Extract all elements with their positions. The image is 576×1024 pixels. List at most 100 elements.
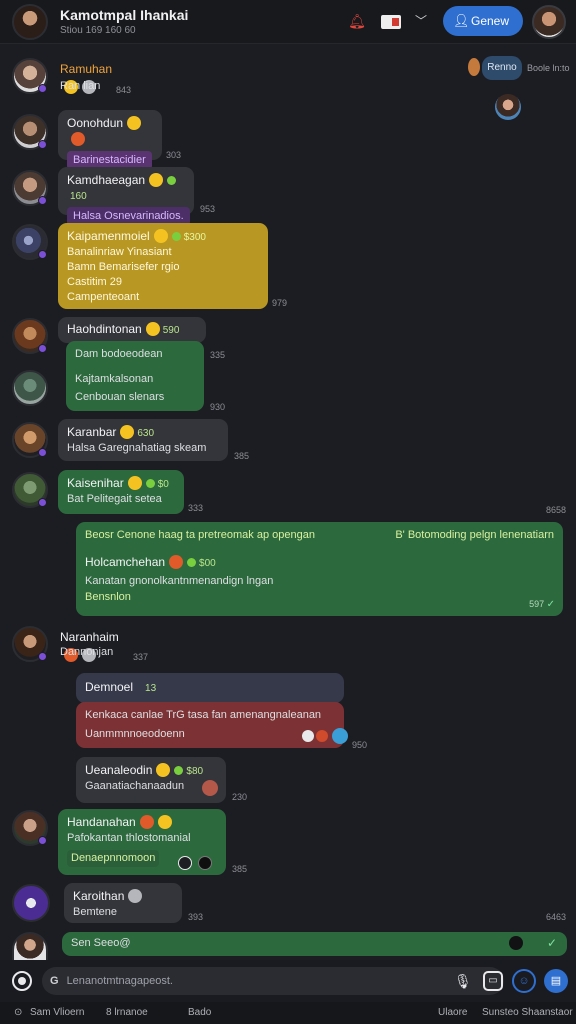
reaction-icon[interactable]: [302, 730, 314, 742]
message-line: Castitim 29: [67, 276, 123, 288]
message-tag: $00: [199, 558, 216, 569]
reaction-icon[interactable]: [178, 856, 192, 870]
read-check-icon: ✓: [546, 599, 555, 610]
sender-name: Kaipamenmoiel: [67, 229, 150, 243]
sender-name: Ueanaleodin: [85, 763, 153, 777]
message-bubble[interactable]: Sen Seeo@ ✓: [62, 932, 567, 956]
sender-name: Karoithan: [73, 889, 125, 903]
emoji-picker-icon[interactable]: ☺: [512, 969, 536, 993]
avatar[interactable]: [12, 884, 50, 922]
send-icon[interactable]: ▤: [544, 969, 568, 993]
attachment-icon[interactable]: ▭: [483, 971, 503, 991]
primary-action-label: Genew: [471, 14, 510, 28]
reaction-icon[interactable]: [202, 780, 218, 796]
reaction-icon[interactable]: [71, 132, 85, 146]
sender-name: Ramuhan: [60, 62, 113, 76]
message-bubble[interactable]: Dam bodoeodean Kajtamkalsonan Cenbouan s…: [66, 341, 204, 411]
message-text: Sen Seeo@: [71, 937, 131, 949]
message-text: Kanatan gnonolkantnmenandign lngan: [85, 575, 274, 587]
message-tag: 590: [162, 325, 180, 336]
message-bubble[interactable]: Kenkaca canlae TrG tasa fan amenangnalea…: [76, 702, 344, 748]
message-bubble[interactable]: Beosr Cenone haag ta pretreomak ap openg…: [76, 522, 563, 616]
online-dot: [174, 766, 184, 775]
read-receipt-avatar: [495, 94, 521, 120]
avatar[interactable]: [12, 224, 48, 260]
avatar[interactable]: [12, 422, 48, 458]
message-tag: $300: [183, 232, 206, 243]
message-input[interactable]: G Lenanotmtnagapeost.: [42, 967, 504, 995]
message-text: Bat Pelitegait setea: [67, 493, 162, 505]
message-bubble[interactable]: Kaipamenmoiel $300 Banalinriaw Yinasiant …: [58, 223, 268, 309]
primary-action-button[interactable]: 👤︎ Genew: [443, 6, 523, 36]
reaction-icon[interactable]: [139, 815, 154, 829]
sender-name: Kaisenihar: [67, 476, 124, 490]
status-dot: [38, 250, 47, 259]
user-icon: 👤︎: [453, 13, 470, 28]
avatar[interactable]: [12, 58, 48, 94]
status-mid2: Bado: [188, 1007, 212, 1018]
message-bubble[interactable]: Haohdintonan 590: [58, 317, 206, 343]
message-bubble[interactable]: Karoithan Bemtene: [64, 883, 182, 923]
avatar[interactable]: [12, 810, 48, 846]
channel-avatar[interactable]: [12, 4, 48, 40]
reaction-icon[interactable]: [169, 555, 184, 569]
composer: G Lenanotmtnagapeost. 🎙︎ ▭ ☺ ▤: [0, 960, 576, 1002]
message-bubble[interactable]: Ueanaleodin $80 Gaanatiachanaadun: [76, 757, 226, 803]
message-time: 385: [234, 451, 250, 461]
reaction-icon[interactable]: [509, 936, 523, 950]
message-text: Pafokantan thlostomanial: [67, 832, 191, 844]
message-time: 303: [166, 150, 182, 160]
reaction-icon[interactable]: [332, 728, 348, 744]
message-text: Denaepnnomoon: [71, 852, 156, 864]
status-bar: ⊙ Sam Vlioern 8 lrnanoe Bado Ulaore Suns…: [0, 1002, 576, 1024]
avatar[interactable]: [12, 170, 48, 206]
gif-icon[interactable]: G: [50, 975, 59, 987]
message-bubble[interactable]: Kaisenihar $0 Bat Pelitegait setea: [58, 470, 184, 514]
bell-icon[interactable]: 🔔︎: [346, 10, 368, 32]
avatar[interactable]: [12, 472, 48, 508]
camera-icon[interactable]: [12, 971, 32, 991]
chevron-down-icon[interactable]: ﹀: [410, 10, 432, 32]
message-time: 843: [116, 85, 132, 95]
reaction-icon[interactable]: [198, 856, 212, 870]
status-dot: [38, 448, 47, 457]
avatar[interactable]: [12, 932, 48, 962]
avatar[interactable]: [12, 114, 48, 150]
emoji-icon: [149, 173, 164, 187]
status-right2: Sunsteo Shaanstaor: [482, 1007, 573, 1018]
sender-name: Kamdhaeagan: [67, 173, 146, 187]
online-dot: [187, 558, 197, 567]
avatar[interactable]: [12, 626, 48, 662]
avatar[interactable]: [12, 318, 48, 354]
message-tag: 630: [137, 428, 155, 439]
message-tag: $0: [157, 479, 169, 490]
avatar[interactable]: [12, 370, 48, 406]
status-mid1: 8 lrnanoe: [106, 1007, 148, 1018]
sender-name: Haohdintonan: [67, 322, 142, 336]
message-bubble[interactable]: Kamdhaeagan 160 Halsa Osnevarinadios.: [58, 167, 194, 226]
read-check-icon: ✓: [546, 936, 557, 950]
emoji-icon: [156, 763, 171, 777]
profile-avatar[interactable]: [532, 5, 566, 39]
presence-avatar-small: [468, 58, 480, 76]
sender-name: Handanahan: [67, 815, 136, 829]
message-bubble[interactable]: Karanbar 630 Halsa Garegnahatiag skeam: [58, 419, 228, 461]
message-input-placeholder: Lenanotmtnagapeost.: [66, 975, 173, 987]
message-tag: 160: [70, 191, 87, 202]
sender-name: Holcamchehan: [85, 555, 166, 569]
message-bubble[interactable]: Demnoel 13: [76, 673, 344, 703]
message-bubble[interactable]: Oonohdun Barinestacidier: [58, 110, 162, 170]
reaction-icon[interactable]: [128, 889, 143, 903]
status-dot: [38, 84, 47, 93]
presence-time: Boole ln:to: [527, 63, 570, 73]
reaction-icon[interactable]: [316, 730, 328, 742]
sender-name: Demnoel: [85, 680, 134, 694]
message-time: 335: [210, 350, 226, 360]
video-icon[interactable]: [380, 10, 402, 32]
message-text: Ran lian: [60, 80, 101, 92]
quoted-text: Beosr Cenone haag ta pretreomak ap openg…: [85, 529, 315, 541]
message-time: 230: [232, 792, 248, 802]
mic-icon[interactable]: 🎙︎: [454, 973, 472, 990]
message-text: Gaanatiachanaadun: [85, 780, 185, 792]
message-text: Barinestacidier: [73, 154, 146, 166]
